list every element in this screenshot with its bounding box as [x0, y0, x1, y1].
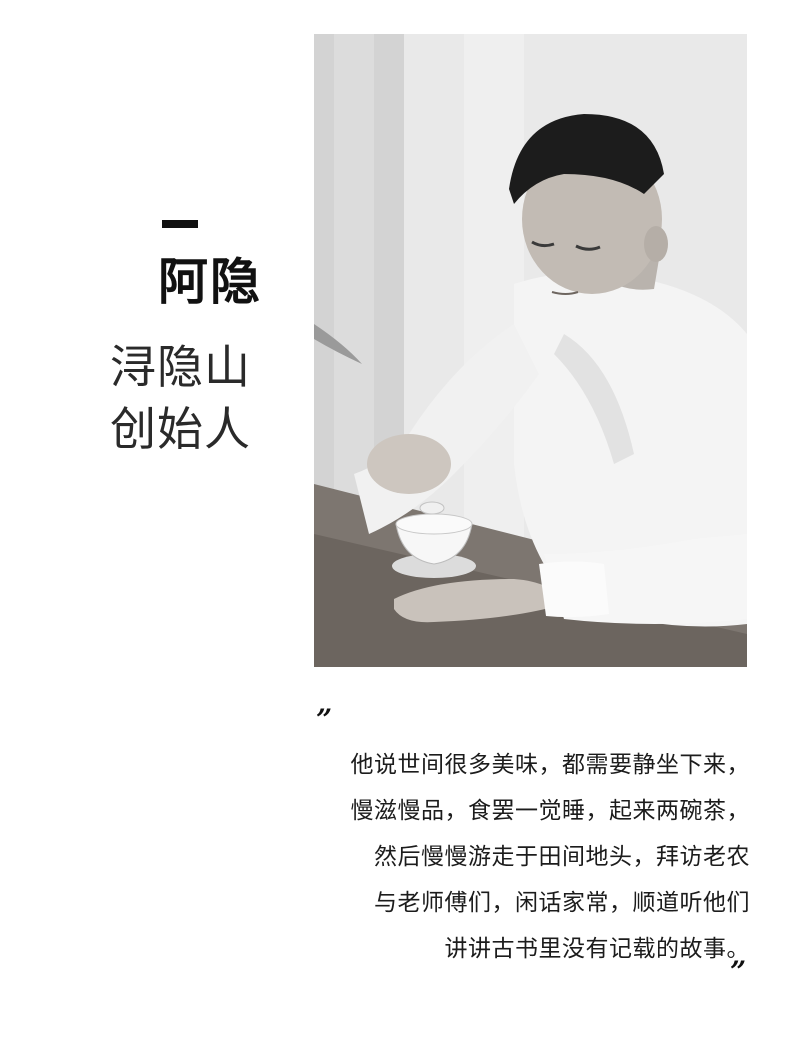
quote-close-mark: ”	[730, 955, 747, 988]
role-line-1: 浔隐山	[110, 340, 251, 394]
portrait-photo	[314, 34, 747, 667]
quote-line: 与老师傅们，闲话家常，顺道听他们	[374, 890, 750, 916]
title-dash	[162, 220, 198, 228]
person-name: 阿隐	[158, 253, 262, 311]
quote-line: 然后慢慢游走于田间地头，拜访老农	[374, 844, 750, 870]
quote-line: 讲讲古书里没有记载的故事。	[444, 936, 750, 962]
quote-text: 他说世间很多美味，都需要静坐下来， 慢滋慢品，食罢一觉睡，起来两碗茶， 然后慢慢…	[310, 742, 750, 972]
role-line-2: 创始人	[110, 402, 251, 456]
quote-line: 慢滋慢品，食罢一觉睡，起来两碗茶，	[350, 798, 750, 824]
quote-line: 他说世间很多美味，都需要静坐下来，	[350, 752, 750, 778]
person-role: 浔隐山 创始人	[110, 336, 251, 460]
quote-open-mark: ”	[316, 703, 333, 736]
